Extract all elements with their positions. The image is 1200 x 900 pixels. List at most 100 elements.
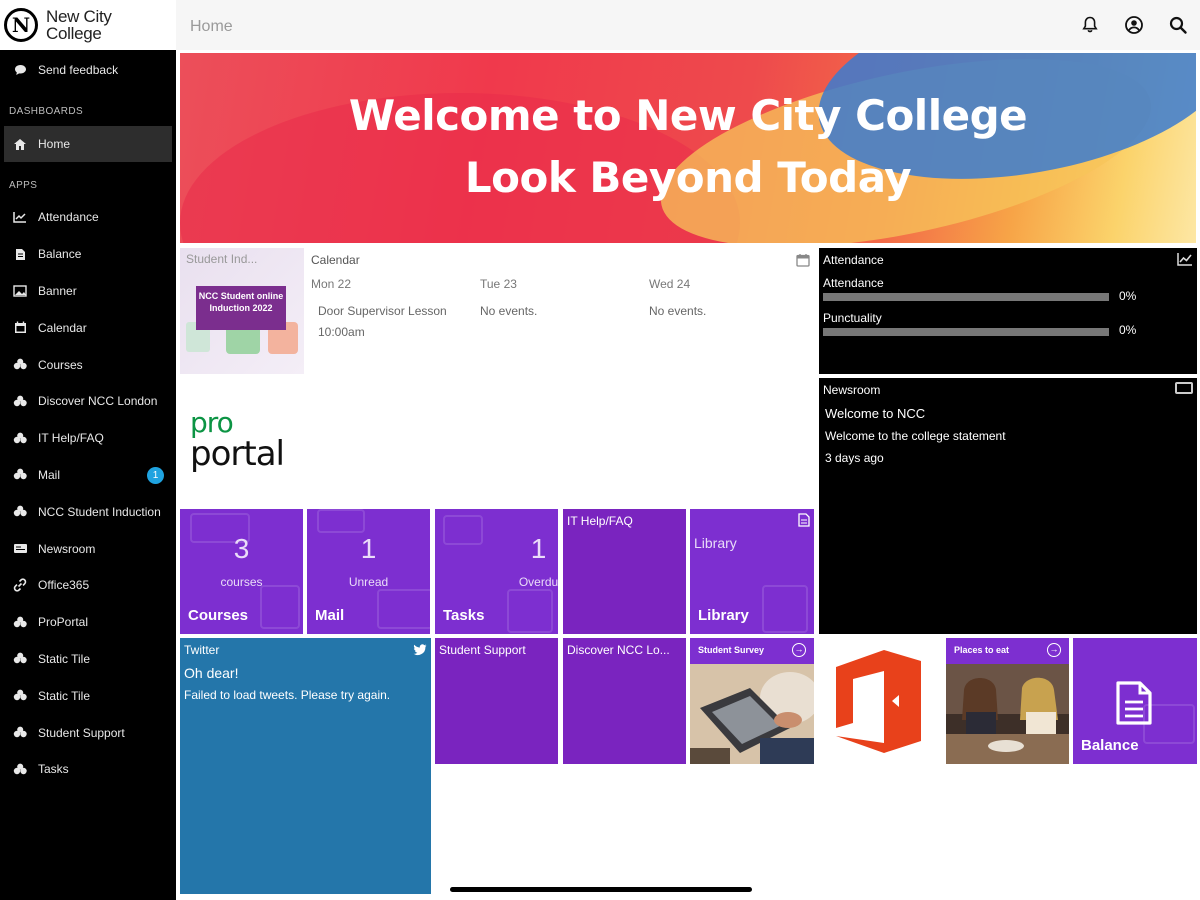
survey-title: Student Survey xyxy=(698,645,765,655)
document-icon xyxy=(798,513,810,532)
app-icon xyxy=(12,505,28,519)
mail-tile[interactable]: 1 Unread Mail xyxy=(307,509,430,634)
calendar-tile[interactable]: Calendar Mon 22 Tue 23 Wed 24 Door Super… xyxy=(304,248,816,374)
discover-ncc-label: Discover NCC Lo... xyxy=(567,643,670,657)
app-icon xyxy=(12,468,28,482)
sidebar-item-label: Office365 xyxy=(38,578,90,593)
calendar-no-events: No events. xyxy=(480,304,538,318)
sidebar-item-ncc-student-induction[interactable]: NCC Student Induction xyxy=(0,493,176,530)
calendar-icon xyxy=(796,253,810,267)
sidebar-item-calendar[interactable]: Calendar xyxy=(0,309,176,346)
office-logo-icon xyxy=(836,650,921,753)
sidebar-item-tasks[interactable]: Tasks xyxy=(0,751,176,788)
student-support-tile[interactable]: Student Support xyxy=(435,638,558,764)
unread-badge: 1 xyxy=(147,466,164,484)
sidebar-item-static-tile[interactable]: Static Tile xyxy=(0,677,176,714)
send-feedback-label: Send feedback xyxy=(38,63,119,77)
send-feedback-button[interactable]: Send feedback xyxy=(0,58,176,82)
sidebar-item-label: Static Tile xyxy=(38,688,91,703)
sidebar-item-label: Student Support xyxy=(38,725,125,740)
courses-label: Courses xyxy=(188,607,249,624)
office365-tile[interactable] xyxy=(819,638,941,764)
sidebar-item-banner[interactable]: Banner xyxy=(0,273,176,310)
app-icon xyxy=(12,615,28,629)
document-icon xyxy=(1115,680,1153,731)
calendar-event[interactable]: Door Supervisor Lesson 10:00am xyxy=(318,301,447,343)
attendance-tile[interactable]: Attendance Attendance 0% Punctuality 0% xyxy=(819,248,1197,374)
sidebar-item-office365[interactable]: Office365 xyxy=(0,567,176,604)
twitter-error-heading: Oh dear! xyxy=(184,665,239,681)
survey-header: Student Survey → xyxy=(690,638,814,664)
balance-tile[interactable]: Balance xyxy=(1073,638,1197,764)
chart-icon xyxy=(12,210,28,224)
banner-title: Welcome to New City College Look Beyond … xyxy=(180,85,1196,209)
library-label: Library xyxy=(698,607,749,624)
link-icon xyxy=(12,578,28,592)
calendar-no-events: No events. xyxy=(649,304,707,318)
student-support-label: Student Support xyxy=(439,643,526,657)
sidebar-item-label: Mail xyxy=(38,467,61,482)
attendance-label: Attendance xyxy=(823,276,884,290)
student-induction-tile[interactable]: Student Ind... NCC Student online Induct… xyxy=(180,248,304,374)
places-header: Places to eat → xyxy=(946,638,1069,664)
library-tile[interactable]: Library Library xyxy=(690,509,814,634)
home-icon xyxy=(12,137,28,151)
news-summary: Welcome to the college statement xyxy=(825,429,1006,443)
app-icon xyxy=(12,689,28,703)
courses-sub: courses xyxy=(220,575,263,589)
app-icon xyxy=(12,394,28,408)
twitter-tile[interactable]: Twitter Oh dear! Failed to load tweets. … xyxy=(180,638,431,894)
brand-name: New City College xyxy=(46,8,112,42)
places-to-eat-tile[interactable]: Places to eat → xyxy=(946,638,1069,764)
sidebar-item-home[interactable]: Home xyxy=(4,126,172,162)
sidebar-item-label: Attendance xyxy=(38,210,99,225)
tasks-tile[interactable]: 1 Overdu Tasks xyxy=(435,509,558,634)
event-title: Door Supervisor Lesson xyxy=(318,304,447,318)
library-top-label: Library xyxy=(694,535,737,551)
it-help-tile[interactable]: IT Help/FAQ xyxy=(563,509,686,634)
proportal-tile[interactable]: pro portal xyxy=(180,380,304,504)
tile-decoration xyxy=(317,509,365,533)
courses-tile[interactable]: 3 courses Courses xyxy=(180,509,303,634)
tasks-count: 1 xyxy=(530,533,547,564)
sidebar-item-label: Static Tile xyxy=(38,651,91,666)
sidebar-item-proportal[interactable]: ProPortal xyxy=(0,604,176,641)
punctuality-value: 0% xyxy=(1119,323,1137,337)
sidebar-item-attendance[interactable]: Attendance xyxy=(0,199,176,236)
sidebar-item-student-support[interactable]: Student Support xyxy=(0,714,176,751)
sidebar-item-balance[interactable]: Balance xyxy=(0,236,176,273)
sidebar-item-label: Newsroom xyxy=(38,541,96,556)
account-icon[interactable] xyxy=(1124,15,1144,35)
newsroom-title: Newsroom xyxy=(823,383,881,397)
app-icon xyxy=(12,726,28,740)
image-icon xyxy=(12,284,28,298)
top-bar: Home xyxy=(176,0,1200,50)
attendance-title: Attendance xyxy=(823,253,884,267)
sidebar-apps-list: Attendance Balance Banner Calendar Courses Di… xyxy=(0,199,176,788)
calendar-title: Calendar xyxy=(311,253,360,267)
student-survey-tile[interactable]: Student Survey → xyxy=(690,638,814,764)
tile-decoration xyxy=(762,585,808,633)
newsroom-tile[interactable]: Newsroom Welcome to NCC Welcome to the c… xyxy=(819,378,1197,634)
brand[interactable]: N New City College xyxy=(0,0,176,50)
search-icon[interactable] xyxy=(1168,15,1188,35)
home-indicator[interactable] xyxy=(450,887,752,892)
sidebar-item-discover-ncc-london[interactable]: Discover NCC London xyxy=(0,383,176,420)
bell-icon[interactable] xyxy=(1080,15,1100,35)
page-title: Home xyxy=(190,18,233,35)
places-title: Places to eat xyxy=(954,645,1010,655)
app-icon xyxy=(12,431,28,445)
sidebar-item-courses[interactable]: Courses xyxy=(0,346,176,383)
news-icon xyxy=(12,542,28,556)
dashboards-section-label: DASHBOARDS xyxy=(9,106,84,117)
sidebar-item-static-tile[interactable]: Static Tile xyxy=(0,641,176,678)
calendar-day-mon: Mon 22 xyxy=(311,277,352,291)
discover-ncc-tile[interactable]: Discover NCC Lo... xyxy=(563,638,686,764)
sidebar-item-newsroom[interactable]: Newsroom xyxy=(0,530,176,567)
sidebar-item-mail[interactable]: Mail 1 xyxy=(0,457,176,494)
sidebar-item-it-help-faq[interactable]: IT Help/FAQ xyxy=(0,420,176,457)
welcome-banner[interactable]: Welcome to New City College Look Beyond … xyxy=(180,53,1196,243)
arrow-right-icon: → xyxy=(792,643,806,657)
balance-label: Balance xyxy=(1081,737,1139,754)
brand-line2: College xyxy=(46,24,102,43)
